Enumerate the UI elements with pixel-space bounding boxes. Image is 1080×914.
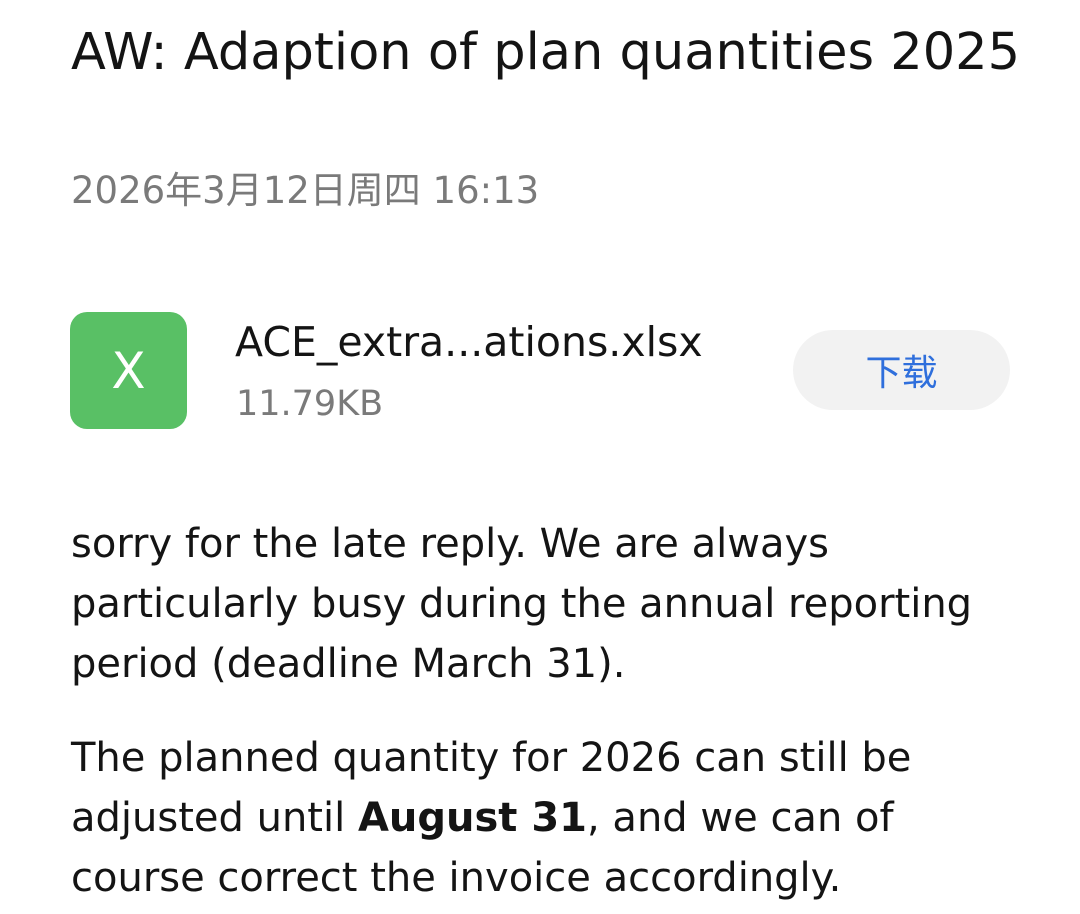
highlighted-date: August 31 xyxy=(357,795,587,841)
attachment-file-name[interactable]: ACE_extra...ations.xlsx xyxy=(235,316,703,368)
file-icon-letter: X xyxy=(111,341,146,400)
email-date: 2026年3月12日周四 16:13 xyxy=(71,169,540,212)
attachment-file-size: 11.79KB xyxy=(236,384,384,424)
email-subject: AW: Adaption of plan quantities 2025 xyxy=(71,23,1021,82)
email-body-paragraph: sorry for the late reply. We are always … xyxy=(71,521,973,687)
download-button[interactable]: 下载 xyxy=(793,330,1010,410)
email-body-paragraph: The planned quantity for 2026 can still … xyxy=(71,728,1031,908)
excel-file-icon: X xyxy=(70,312,187,429)
attachment-card[interactable]: X ACE_extra...ations.xlsx 11.79KB 下载 xyxy=(70,312,1015,432)
